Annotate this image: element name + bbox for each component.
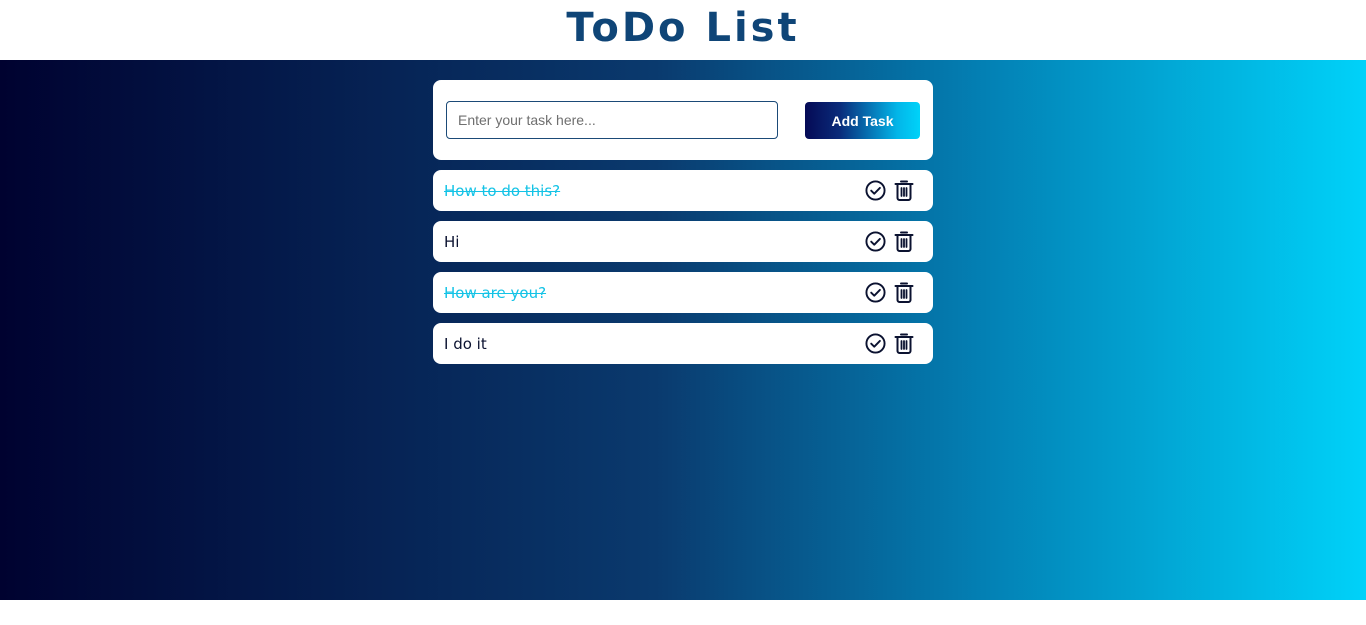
check-circle-icon[interactable] — [864, 281, 886, 303]
main-area: Add Task How to do this? Hi How are you?… — [0, 60, 1366, 600]
task-input[interactable] — [446, 101, 778, 139]
add-task-button[interactable]: Add Task — [805, 102, 920, 139]
trash-icon[interactable] — [893, 332, 915, 354]
task-text: How to do this? — [444, 182, 561, 200]
task-text: Hi — [444, 233, 460, 251]
check-circle-icon[interactable] — [864, 230, 886, 252]
task-item: Hi — [433, 221, 933, 262]
task-item: I do it — [433, 323, 933, 364]
check-circle-icon[interactable] — [864, 332, 886, 354]
task-form: Add Task — [433, 80, 933, 160]
page-title: ToDo List — [566, 5, 800, 51]
page-footer — [0, 600, 1366, 625]
task-text: I do it — [444, 335, 487, 353]
trash-icon[interactable] — [893, 281, 915, 303]
trash-icon[interactable] — [893, 230, 915, 252]
task-item: How to do this? — [433, 170, 933, 211]
trash-icon[interactable] — [893, 179, 915, 201]
task-text: How are you? — [444, 284, 547, 302]
check-circle-icon[interactable] — [864, 179, 886, 201]
page-header: ToDo List — [0, 0, 1366, 60]
task-item: How are you? — [433, 272, 933, 313]
